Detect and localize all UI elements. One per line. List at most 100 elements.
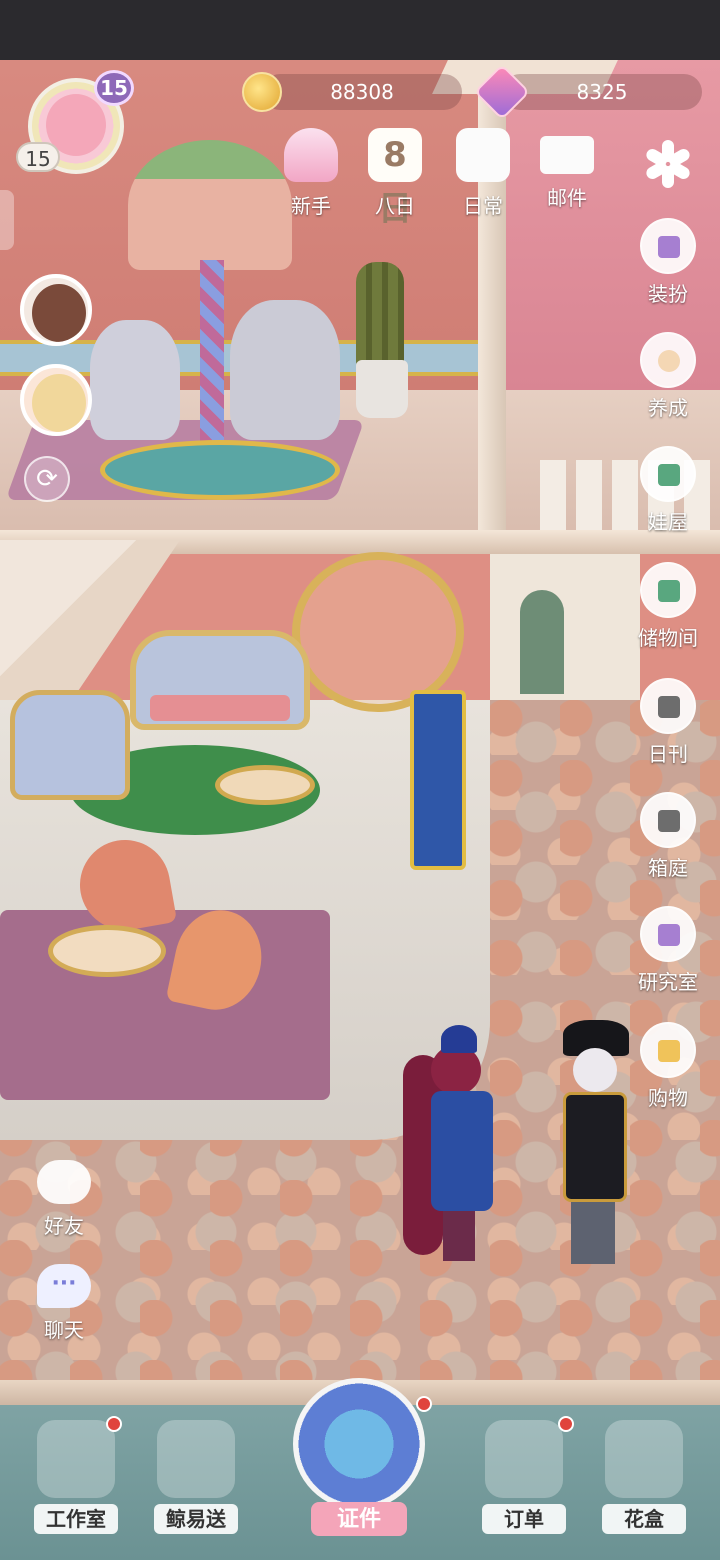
player-character[interactable] (395, 1025, 505, 1261)
companion-head (573, 1048, 617, 1092)
notification-dot (416, 1396, 432, 1412)
gift-icon (284, 128, 338, 182)
doll-icon (640, 332, 696, 388)
right-menu-label: 娃屋 (648, 510, 688, 534)
avatar-level-badge: 15 (94, 70, 134, 106)
right-menu-label: 购物 (648, 1086, 688, 1110)
shopping-bag-icon (640, 1022, 696, 1078)
round-shelf[interactable] (292, 552, 464, 712)
gem-counter[interactable]: 8325 (502, 74, 702, 110)
round-table[interactable] (48, 925, 166, 977)
character-switch-2[interactable] (20, 364, 92, 436)
chat-icon: ··· (37, 1264, 91, 1308)
character-outfit (431, 1091, 493, 1211)
coffee-table[interactable] (215, 765, 315, 805)
notification-dot (558, 1416, 574, 1432)
camera-icon (640, 678, 696, 734)
player-level-chip: 15 (16, 142, 60, 172)
studio-icon (37, 1420, 115, 1498)
storage-icon (640, 562, 696, 618)
sofa-cushion (150, 695, 290, 721)
coin-counter[interactable]: 88308 (262, 74, 462, 110)
character-legs (443, 1211, 475, 1261)
arched-door[interactable] (520, 590, 564, 694)
top-menu-daily[interactable]: 日常 (444, 128, 522, 224)
flower-box-icon (605, 1420, 683, 1498)
right-menu-research[interactable]: 研究室 (632, 906, 704, 995)
bottom-menu-label: 鲸易送 (154, 1504, 238, 1534)
right-menu-label: 装扮 (648, 282, 688, 306)
right-menu-label: 箱庭 (648, 856, 688, 880)
carousel-horse-left[interactable] (90, 320, 180, 440)
box-garden-icon (640, 792, 696, 848)
doll-portrait-blonde (32, 374, 86, 432)
character-switch-1[interactable] (20, 274, 92, 346)
top-menu-newbie[interactable]: 新手 (272, 128, 350, 224)
companion-character[interactable] (545, 1020, 635, 1270)
carousel-canopy[interactable] (128, 140, 292, 270)
notification-dot (106, 1416, 122, 1432)
bottom-menu-certificate[interactable]: 证件 (284, 1378, 434, 1542)
dollhouse-scene[interactable] (0, 0, 720, 1560)
right-menu-shopping[interactable]: 购物 (632, 1022, 704, 1111)
clipboard-icon (456, 128, 510, 182)
right-menu-storage[interactable]: 储物间 (632, 562, 704, 651)
status-strip (0, 0, 720, 60)
purple-rug[interactable] (0, 910, 330, 1100)
bottom-menu-orders[interactable]: 订单 (474, 1416, 574, 1534)
door-wall (490, 554, 640, 704)
refresh-icon[interactable]: ⟳ (24, 456, 70, 502)
right-menu-nurture[interactable]: 养成 (632, 332, 704, 421)
bottom-menu-flower-box[interactable]: 花盒 (594, 1420, 694, 1534)
bottom-menu-delivery[interactable]: 鲸易送 (146, 1420, 246, 1534)
research-icon (640, 906, 696, 962)
companion-uniform (563, 1092, 627, 1202)
right-menu-label: 日刊 (648, 742, 688, 766)
left-menu-chat[interactable]: ··· 聊天 (28, 1264, 100, 1343)
carousel-base[interactable] (100, 440, 340, 500)
left-menu-friends[interactable]: 好友 (28, 1160, 100, 1239)
right-menu-journal[interactable]: 日刊 (632, 678, 704, 767)
mail-icon (540, 136, 594, 174)
top-menu-label: 邮件 (547, 186, 587, 210)
blue-cabinet[interactable] (410, 690, 466, 870)
cactus-pot (356, 360, 408, 418)
left-edge-tab[interactable] (0, 190, 14, 250)
right-menu-label: 养成 (648, 396, 688, 420)
eight-day-icon: 8日 (368, 128, 422, 229)
right-menu-box-garden[interactable]: 箱庭 (632, 792, 704, 881)
right-menu-dollhouse[interactable]: 娃屋 (632, 446, 704, 535)
carousel-horse-right[interactable] (230, 300, 340, 440)
bottom-menu-label: 订单 (482, 1504, 566, 1534)
character-hat (441, 1025, 477, 1053)
coin-icon (242, 72, 282, 112)
dollhouse-icon (640, 446, 696, 502)
hanger-icon (640, 218, 696, 274)
certificate-icon (293, 1378, 425, 1510)
cactus-plant[interactable] (356, 262, 404, 366)
right-menu-label: 储物间 (638, 626, 698, 650)
top-menu-label: 新手 (291, 194, 331, 218)
armchair[interactable] (10, 690, 130, 800)
bottom-menu-label: 证件 (311, 1502, 407, 1536)
doll-portrait-brunette (32, 284, 86, 342)
left-menu-label: 聊天 (44, 1318, 84, 1342)
bottom-menu-label: 花盒 (602, 1504, 686, 1534)
bottom-menu-studio[interactable]: 工作室 (26, 1416, 126, 1534)
coin-amount: 88308 (330, 80, 394, 104)
top-menu-eight-day[interactable]: 8日 八日 (356, 128, 434, 229)
top-menu-mail[interactable]: 邮件 (528, 128, 606, 224)
left-menu-label: 好友 (44, 1214, 84, 1238)
right-menu-dressup[interactable]: 装扮 (632, 218, 704, 307)
bottom-menu-label: 工作室 (34, 1504, 118, 1534)
flower-menu-button[interactable] (644, 140, 692, 188)
friends-icon (37, 1160, 91, 1204)
companion-legs (571, 1202, 615, 1264)
top-menu-label: 日常 (463, 194, 503, 218)
order-icon (485, 1420, 563, 1498)
carousel-pole (200, 260, 224, 470)
gem-amount: 8325 (576, 80, 628, 104)
right-menu-label: 研究室 (638, 970, 698, 994)
top-menu-label: 八日 (375, 194, 415, 218)
delivery-icon (157, 1420, 235, 1498)
